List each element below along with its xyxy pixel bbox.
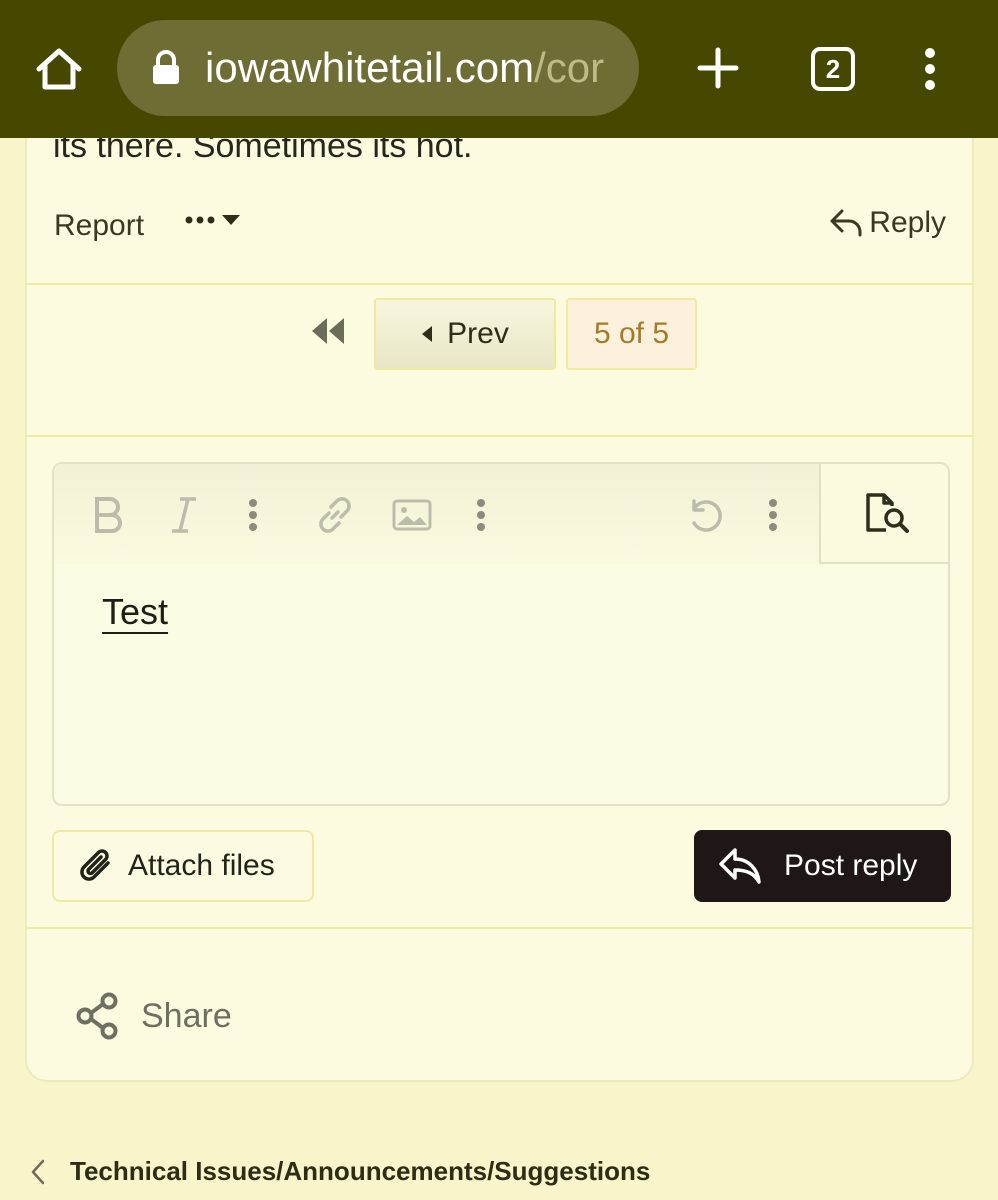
- url-domain: iowawhitetail.com: [205, 44, 535, 91]
- more-options-icon: [477, 499, 485, 531]
- reply-link[interactable]: Reply: [829, 206, 946, 240]
- prev-label: Prev: [447, 317, 509, 350]
- caret-down-icon: [222, 215, 240, 225]
- share-label: Share: [141, 996, 232, 1035]
- reply-icon: [719, 848, 761, 884]
- insert-more-button[interactable]: [470, 492, 492, 538]
- italic-button[interactable]: [166, 492, 202, 538]
- editor-toolbar: [54, 464, 948, 564]
- plus-icon: [697, 47, 739, 89]
- new-tab-button[interactable]: [692, 42, 744, 94]
- breadcrumb[interactable]: Technical Issues/Announcements/Suggestio…: [30, 1156, 650, 1187]
- browser-toolbar: iowawhitetail.com/cor 2: [0, 0, 998, 138]
- chevron-left-icon: [31, 1159, 45, 1184]
- more-horiz-icon: [185, 216, 215, 224]
- more-options-icon: [249, 499, 257, 531]
- url-path: /cor: [534, 44, 605, 91]
- reply-editor[interactable]: Test: [52, 462, 950, 806]
- home-icon: [36, 48, 82, 90]
- reply-label: Reply: [869, 206, 946, 239]
- share-button[interactable]: Share: [75, 992, 232, 1040]
- link-icon: [319, 497, 351, 533]
- more-actions-menu[interactable]: [185, 214, 241, 226]
- pagination: Prev 5 of 5: [27, 298, 972, 372]
- browser-menu-button[interactable]: [915, 45, 945, 93]
- page-indicator[interactable]: 5 of 5: [566, 298, 697, 370]
- bold-icon: [95, 497, 122, 533]
- preview-button[interactable]: [819, 464, 948, 564]
- image-icon: [392, 499, 432, 531]
- divider: [27, 283, 972, 285]
- image-button[interactable]: [390, 492, 434, 538]
- post-reply-button[interactable]: Post reply: [694, 830, 951, 902]
- more-options-icon: [769, 499, 777, 531]
- text-more-button[interactable]: [242, 492, 264, 538]
- preview-icon: [865, 493, 909, 533]
- attach-files-button[interactable]: Attach files: [52, 830, 314, 902]
- lock-icon: [153, 50, 179, 84]
- undo-icon: [692, 499, 722, 532]
- address-bar[interactable]: iowawhitetail.com/cor: [117, 20, 639, 116]
- tab-switcher-button[interactable]: 2: [811, 47, 855, 91]
- undo-button[interactable]: [682, 492, 726, 538]
- link-button[interactable]: [312, 492, 358, 538]
- more-vert-icon: [925, 48, 935, 90]
- editor-content[interactable]: Test: [102, 590, 168, 634]
- url-text: iowawhitetail.com/cor: [205, 45, 604, 91]
- reply-icon: [830, 209, 862, 237]
- thread-card: its there. Sometimes its hot. Report Rep…: [25, 100, 974, 1082]
- breadcrumb-label[interactable]: Technical Issues/Announcements/Suggestio…: [70, 1156, 650, 1187]
- divider: [27, 435, 972, 437]
- attach-files-label: Attach files: [128, 849, 275, 882]
- double-left-icon: [312, 318, 344, 344]
- share-icon: [76, 992, 118, 1040]
- first-page-button[interactable]: [310, 316, 346, 351]
- divider: [27, 927, 972, 929]
- bold-button[interactable]: [88, 492, 130, 538]
- prev-page-button[interactable]: Prev: [374, 298, 556, 370]
- history-more-button[interactable]: [762, 492, 784, 538]
- paperclip-icon: [80, 849, 110, 881]
- caret-left-icon: [422, 326, 433, 342]
- italic-icon: [172, 497, 196, 533]
- report-link[interactable]: Report: [54, 208, 144, 244]
- home-button[interactable]: [30, 40, 88, 98]
- post-reply-label: Post reply: [784, 849, 918, 882]
